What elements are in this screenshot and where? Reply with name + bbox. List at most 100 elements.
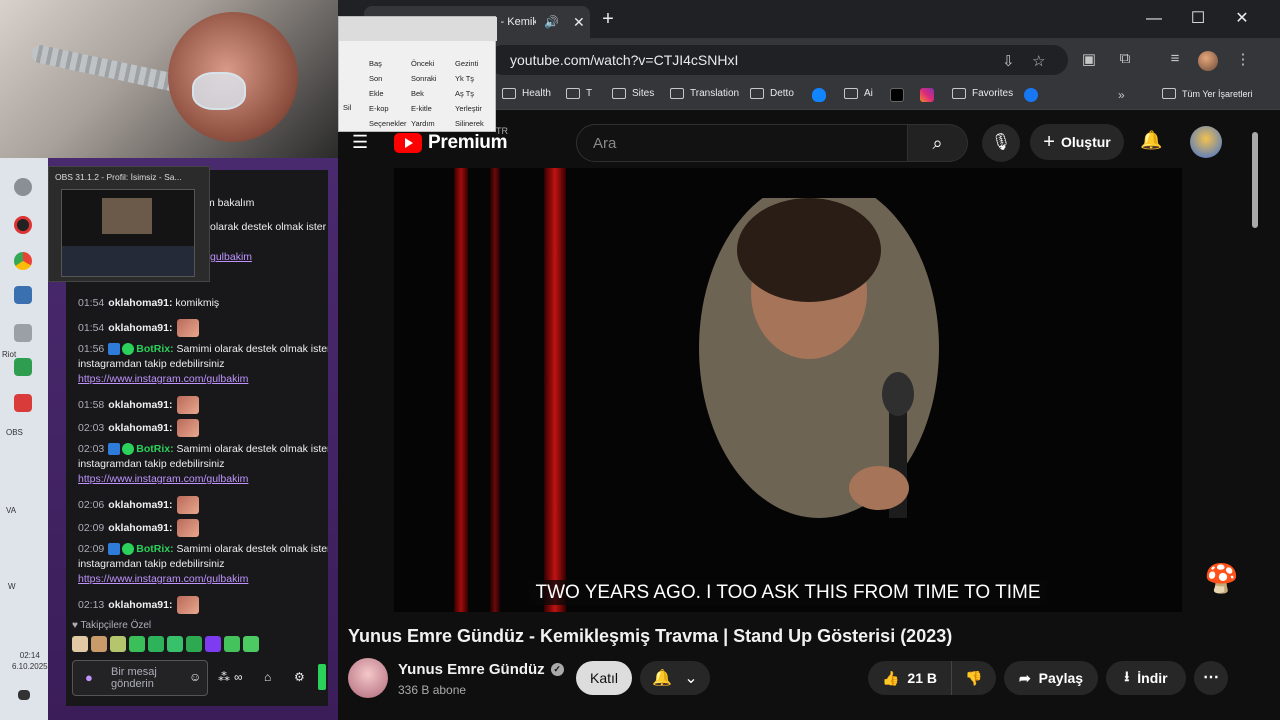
emoji-icon[interactable]: ☺ [189,670,201,684]
window-close-icon[interactable]: ✕ [1222,6,1262,32]
channel-name[interactable]: Yunus Emre Gündüz ✓ [398,661,564,678]
emote-icon[interactable] [205,636,221,652]
star-icon[interactable]: ☆ [1032,52,1045,70]
panel-cell[interactable]: Yk Tş [455,74,474,83]
panel-cell[interactable]: E-kop [369,104,389,113]
hamburger-icon[interactable]: ☰ [352,132,368,153]
video-player[interactable]: TWO YEARS AGO. I TOO ASK THIS FROM TIME … [394,168,1182,612]
notification-button[interactable]: 🔔 ⌄ [640,661,710,695]
emote-icon[interactable] [148,636,164,652]
bookmark-all[interactable]: Tüm Yer İşaretleri [1162,88,1253,99]
panel-cell[interactable]: Gezinti [455,59,478,68]
panel-cell[interactable]: Önceki [411,59,434,68]
chat-send-button[interactable] [318,664,326,690]
emote-icon[interactable] [72,636,88,652]
gear-icon[interactable] [14,178,32,196]
download-button[interactable]: ⭳ İndir [1106,661,1186,695]
menu-icon[interactable]: ⋮ [1232,50,1254,68]
obs-icon[interactable] [14,216,32,234]
chat-username[interactable]: oklahoma91: [108,322,172,334]
obs-taskbar-preview[interactable]: OBS 31.1.2 - Profil: İsimsiz - Sa... [48,166,210,282]
notification-icon[interactable] [18,690,30,700]
emote-icon[interactable] [110,636,126,652]
bookmark-facebook[interactable] [1024,88,1038,102]
panel-cell[interactable]: Ekle [369,89,384,98]
search-input[interactable]: Ara [576,124,908,162]
more-actions-button[interactable]: ⋯ [1194,661,1228,695]
app-icon[interactable] [14,324,32,342]
chat-username[interactable]: oklahoma91: [108,399,172,411]
settings-icon[interactable]: ⚙ [294,670,305,684]
like-button[interactable]: 👍 21 B [868,661,952,695]
panel-cell[interactable]: Sonraki [411,74,436,83]
mic-icon[interactable]: ● [85,670,93,685]
bookmark-translation[interactable]: Translation [670,88,739,99]
chrome-icon[interactable] [14,252,32,270]
bell-icon[interactable]: 🔔 [1140,130,1162,151]
youtube-logo[interactable]: Premium [394,132,508,154]
panel-cell[interactable]: Yerleştir [455,104,482,113]
bookmark-x[interactable] [890,88,904,102]
panel-cell[interactable]: E-kitle [411,104,432,113]
page-scrollbar[interactable] [1252,132,1258,228]
join-button[interactable]: Katıl [576,661,632,695]
app-icon[interactable] [14,394,32,412]
panel-cell[interactable]: Baş [369,59,382,68]
panel-cell[interactable]: Seçenekler [369,119,407,128]
emote-icon[interactable] [91,636,107,652]
bookmark-health[interactable]: Health [502,88,551,99]
bookmark-instagram[interactable] [920,88,934,102]
create-button[interactable]: + Oluştur [1030,124,1124,160]
new-tab-button[interactable]: + [594,6,622,34]
extension-icon[interactable]: ▣ [1078,50,1100,68]
panel-cell[interactable]: Bek [411,89,424,98]
chat-username[interactable]: BotRix: [136,543,173,555]
chat-username[interactable]: BotRix: [136,343,173,355]
panel-cell[interactable]: Silinerek [455,119,484,128]
channel-avatar[interactable] [348,658,388,698]
bookmark-ai[interactable]: Ai [844,88,873,99]
emote-icon[interactable] [167,636,183,652]
chat-message-input[interactable]: ● Bir mesaj gönderin ☺ [72,660,208,696]
chat-link[interactable]: gulbakim [210,251,252,263]
bookmark-favorites[interactable]: Favorites [952,88,1013,99]
bookmark-bluesky[interactable] [812,88,826,102]
puzzle-icon[interactable]: ⧉ [1114,50,1136,67]
chat-username[interactable]: oklahoma91: [108,522,172,534]
emote-icon[interactable] [224,636,240,652]
dislike-button[interactable]: 👎 [952,661,996,695]
chat-username[interactable]: oklahoma91: [108,599,172,611]
search-button[interactable]: ⌕ [908,124,968,162]
panel-cell[interactable]: Aş Tş [455,89,474,98]
emote-icon[interactable] [243,636,259,652]
chat-link[interactable]: https://www.instagram.com/gulbakim [78,473,248,485]
emote-icon[interactable] [129,636,145,652]
panel-cell[interactable]: Yardım [411,119,435,128]
media-icon[interactable]: ≡ [1164,50,1186,67]
bookmark-sites[interactable]: Sites [612,88,654,99]
install-icon[interactable]: ⇩ [1002,52,1015,70]
chat-username[interactable]: oklahoma91: [108,499,172,511]
chat-username[interactable]: oklahoma91: [108,422,172,434]
bookmark-t[interactable]: T [566,88,592,99]
chat-link[interactable]: https://www.instagram.com/gulbakim [78,373,248,385]
infinity-icon[interactable]: ∞ [234,670,243,684]
bookmark-detto[interactable]: Detto [750,88,794,99]
speaker-icon[interactable]: 🔊 [544,15,559,29]
voice-search-button[interactable]: 🎙 [982,124,1020,162]
maximize-icon[interactable]: ☐ [1178,6,1218,32]
address-bar[interactable]: youtube.com/watch?v=CTJI4cSNHxI ⇩ ☆ [488,45,1068,75]
chat-username[interactable]: oklahoma91: [108,297,172,309]
chevron-double-right-icon[interactable]: » [1118,88,1125,102]
app-icon[interactable] [14,286,32,304]
chat-username[interactable]: BotRix: [136,443,173,455]
app-icon[interactable] [14,358,32,376]
emote-icon[interactable] [186,636,202,652]
chat-link[interactable]: https://www.instagram.com/gulbakim [78,573,248,585]
share-button[interactable]: ➦ Paylaş [1004,661,1098,695]
minimize-icon[interactable]: — [1134,6,1174,32]
bits-icon[interactable]: ⁂ [218,670,230,684]
avatar[interactable] [1190,126,1222,158]
store-icon[interactable]: ⌂ [264,670,271,684]
profile-avatar[interactable] [1198,51,1218,71]
